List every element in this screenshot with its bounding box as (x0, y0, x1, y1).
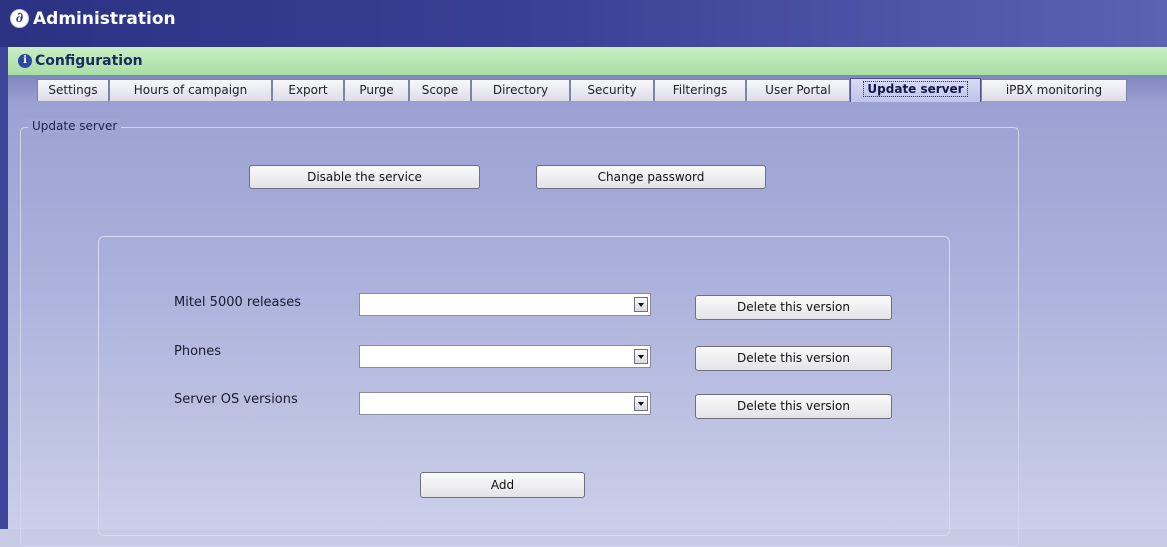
tab-label: Purge (359, 83, 394, 97)
section-title: Configuration (35, 53, 143, 69)
group-label: Update server (28, 119, 122, 133)
phones-select[interactable] (359, 345, 651, 368)
tab-user-portal[interactable]: User Portal (746, 79, 850, 101)
delete-server-os-version-button[interactable]: Delete this version (695, 394, 892, 419)
add-button[interactable]: Add (420, 472, 585, 498)
tab-filterings[interactable]: Filterings (654, 79, 746, 101)
tab-purge[interactable]: Purge (344, 79, 409, 101)
mitel-releases-label: Mitel 5000 releases (174, 295, 302, 310)
server-os-label: Server OS versions (174, 392, 298, 407)
section-header-bar: i Configuration (8, 47, 1167, 75)
app-logo-icon: ∂ (10, 9, 29, 28)
tab-label: Hours of campaign (133, 83, 248, 97)
tab-label: Scope (421, 83, 459, 97)
tab-scope[interactable]: Scope (409, 79, 471, 101)
window-title-bar: ∂ Administration (0, 0, 1167, 47)
phones-label: Phones (174, 344, 222, 359)
tab-label: Security (587, 83, 637, 97)
chevron-down-icon[interactable] (634, 349, 648, 364)
tab-settings[interactable]: Settings (37, 79, 109, 101)
tab-directory[interactable]: Directory (471, 79, 570, 101)
tab-export[interactable]: Export (272, 79, 344, 101)
delete-mitel-version-button[interactable]: Delete this version (695, 295, 892, 320)
server-os-select[interactable] (359, 392, 651, 415)
tab-label: Directory (492, 83, 549, 97)
tab-label: Update server (863, 81, 968, 97)
window-title: Administration (33, 9, 176, 29)
tab-bar: Settings Hours of campaign Export Purge … (8, 75, 1167, 102)
tab-label: Export (288, 83, 328, 97)
tab-label: Filterings (672, 83, 728, 97)
delete-phones-version-button[interactable]: Delete this version (695, 346, 892, 371)
left-edge-strip (0, 47, 8, 529)
tab-label: User Portal (765, 83, 831, 97)
mitel-releases-select[interactable] (359, 293, 651, 316)
tab-label: iPBX monitoring (1005, 83, 1103, 97)
change-password-button[interactable]: Change password (536, 165, 766, 189)
info-icon: i (18, 54, 32, 68)
tab-label: Settings (48, 83, 98, 97)
update-server-panel: Update server Disable the service Change… (8, 102, 1167, 547)
tab-ipbx-monitoring[interactable]: iPBX monitoring (981, 79, 1127, 101)
disable-service-button[interactable]: Disable the service (249, 165, 480, 189)
tab-security[interactable]: Security (570, 79, 654, 101)
chevron-down-icon[interactable] (634, 396, 648, 411)
tab-hours-of-campaign[interactable]: Hours of campaign (109, 79, 272, 101)
chevron-down-icon[interactable] (634, 297, 648, 312)
tab-update-server[interactable]: Update server (850, 78, 981, 102)
